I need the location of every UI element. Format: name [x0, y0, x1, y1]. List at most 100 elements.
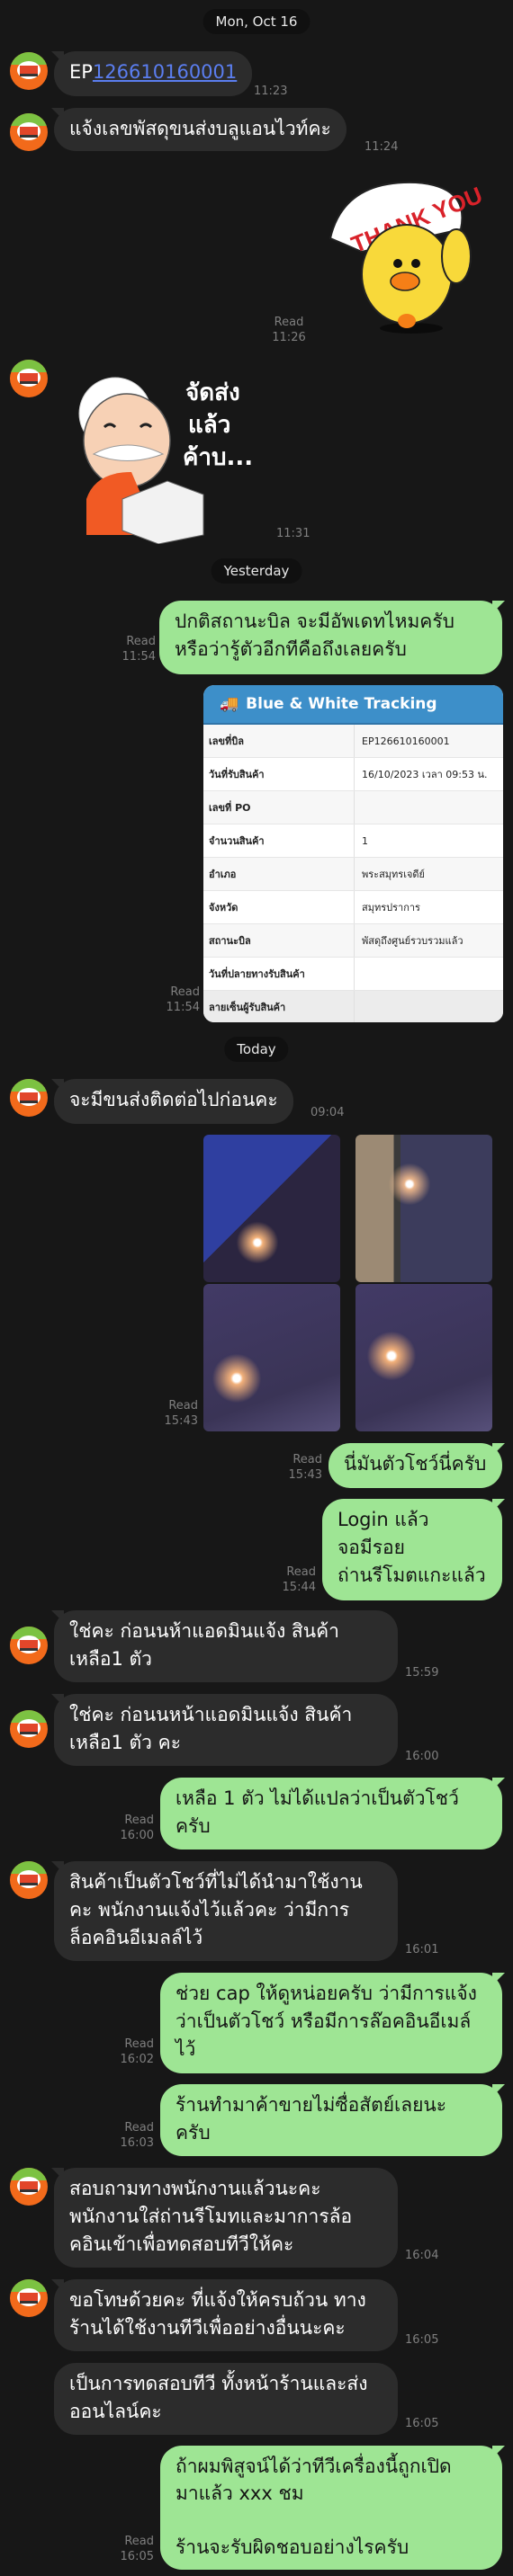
message-time: 16:00	[405, 1750, 439, 1763]
read-label: Read	[124, 1814, 154, 1827]
read-receipt: Read 11:26	[271, 315, 307, 345]
read-receipt: Read 15:43	[162, 1398, 198, 1429]
row-label: วันที่ปลายทางรับสินค้า	[203, 958, 355, 990]
message-time: 16:04	[405, 2249, 439, 2262]
message-time: 16:05	[405, 2417, 439, 2430]
row-value	[355, 991, 503, 1022]
row-label: เลขที่ PO	[203, 791, 355, 824]
outgoing-message: นี่มันตัวโชว์นี่ครับ	[328, 1443, 502, 1488]
message-text: EP	[69, 61, 93, 83]
shop-avatar[interactable]	[10, 113, 48, 151]
read-receipt: Read 16:02	[118, 2037, 154, 2067]
row-label: จำนวนสินค้า	[203, 824, 355, 857]
incoming-message: ขอโทษด้วยคะ ที่แจ้งให้ครบถ้วน ทาง ร้านได…	[54, 2279, 398, 2351]
tracking-row: จำนวนสินค้า 1	[203, 824, 503, 858]
message-time: 11:24	[364, 140, 399, 154]
message-time: 11:26	[272, 331, 306, 344]
outgoing-message: Login แล้ว จอมีรอย ถ่านรีโมตแกะแล้ว	[322, 1499, 502, 1600]
date-separator: Today	[224, 1037, 289, 1062]
row-label: อำเภอ	[203, 858, 355, 890]
row-label: สถานะบิล	[203, 924, 355, 957]
read-label: Read	[274, 316, 304, 329]
incoming-message: แจ้งเลขพัสดุขนส่งบลูแอนไวท์คะ	[54, 108, 346, 151]
tracking-row: จังหวัด สมุทรปราการ	[203, 891, 503, 924]
message-time: 15:44	[282, 1581, 316, 1594]
light-glare	[382, 1157, 436, 1211]
row-value	[355, 958, 503, 990]
tracking-row: สถานะบิล พัสดุถึงศูนย์รวบรวมแล้ว	[203, 924, 503, 958]
row-value: พัสดุถึงศูนย์รวบรวมแล้ว	[362, 935, 464, 947]
read-label: Read	[124, 2535, 154, 2548]
message-time: 15:59	[405, 1666, 439, 1680]
message-time: 11:54	[166, 1001, 200, 1014]
shop-avatar[interactable]	[10, 1627, 48, 1664]
message-time: 16:00	[120, 1829, 154, 1842]
row-value: สมุทรปราการ	[362, 902, 420, 914]
read-receipt: Read 16:00	[118, 1813, 154, 1843]
incoming-message: ใช่คะ ก่อนนหน้าแอดมินแจ้ง สินค้า เหลือ1 …	[54, 1694, 398, 1766]
photo-thumbnail[interactable]	[356, 1135, 492, 1282]
light-glare	[205, 1347, 268, 1410]
tracking-row: วันที่ปลายทางรับสินค้า	[203, 958, 503, 991]
message-time: 16:01	[405, 1943, 439, 1957]
outgoing-message: ช่วย cap ให้ดูหน่อยครับ ว่ามีการแจ้ง ว่า…	[160, 1973, 502, 2073]
outgoing-message: ร้านทำมาค้าขายไม่ซื่อสัตย์เลยนะ ครับ	[160, 2084, 502, 2156]
message-time: 15:43	[164, 1414, 198, 1428]
shop-avatar[interactable]	[10, 2279, 48, 2317]
tracking-row: ลายเซ็นผู้รับสินค้า	[203, 991, 503, 1022]
row-value	[355, 791, 503, 824]
tracking-screenshot[interactable]: 🚚 Blue & White Tracking เลขที่บิล EP126610…	[203, 685, 503, 1022]
read-label: Read	[168, 1399, 198, 1413]
read-receipt: Read 11:54	[164, 985, 200, 1015]
read-label: Read	[124, 2121, 154, 2135]
row-value: EP126610160001	[362, 735, 450, 747]
read-label: Read	[286, 1565, 316, 1579]
truck-icon: 🚚	[220, 695, 239, 713]
incoming-message: สอบถามทางพนักงานแล้วนะคะ พนักงานใส่ถ่านร…	[54, 2168, 398, 2268]
photo-thumbnail[interactable]	[203, 1135, 340, 1282]
message-time: 09:04	[310, 1106, 345, 1119]
shop-avatar[interactable]	[10, 52, 48, 90]
light-glare	[230, 1216, 284, 1270]
message-time: 16:02	[120, 2053, 154, 2066]
date-separator: Yesterday	[211, 558, 302, 584]
row-value: 16/10/2023 เวลา 09:53 น.	[362, 769, 488, 780]
row-label: ลายเซ็นผู้รับสินค้า	[203, 991, 355, 1022]
incoming-message: จะมีขนส่งติดต่อไปก่อนคะ	[54, 1079, 293, 1124]
read-receipt: Read 11:54	[120, 634, 156, 664]
message-time: 15:43	[288, 1468, 322, 1482]
photo-thumbnail[interactable]	[203, 1284, 340, 1431]
message-time: 16:05	[120, 2550, 154, 2563]
shipped-sticker[interactable]: จัดส่งแล้วค้าบ...	[68, 364, 262, 544]
shop-avatar[interactable]	[10, 2168, 48, 2206]
outgoing-message: ปกติสถานะบิล จะมีอัพเดทไหมครับ หรือว่ารู…	[159, 601, 502, 674]
read-label: Read	[292, 1453, 322, 1466]
thank-you-sticker[interactable]: THANK YOU	[326, 175, 490, 337]
light-glare	[360, 1324, 423, 1387]
tracking-row: เลขที่ PO	[203, 791, 503, 824]
shop-avatar[interactable]	[10, 360, 48, 397]
message-time: 16:05	[405, 2333, 439, 2347]
photo-thumbnail[interactable]	[356, 1284, 492, 1431]
outgoing-message: เหลือ 1 ตัว ไม่ได้แปลว่าเป็นตัวโชว์ ครับ	[160, 1778, 502, 1850]
shop-avatar[interactable]	[10, 1861, 48, 1899]
message-time: 11:23	[254, 85, 288, 98]
shop-avatar[interactable]	[10, 1710, 48, 1748]
tracking-row: วันที่รับสินค้า 16/10/2023 เวลา 09:53 น.	[203, 758, 503, 791]
row-label: เลขที่บิล	[203, 725, 355, 757]
row-value: พระสมุทรเจดีย์	[362, 869, 425, 880]
read-receipt: Read 16:03	[118, 2120, 154, 2151]
read-label: Read	[124, 2037, 154, 2051]
message-time: 16:03	[120, 2136, 154, 2150]
row-label: วันที่รับสินค้า	[203, 758, 355, 790]
row-label: จังหวัด	[203, 891, 355, 923]
shop-avatar[interactable]	[10, 1079, 48, 1117]
read-receipt: Read 16:05	[118, 2534, 154, 2564]
read-label: Read	[126, 635, 156, 648]
tracking-number-link[interactable]: 126610160001	[93, 61, 237, 83]
read-receipt: Read 15:44	[280, 1564, 316, 1595]
sticker-text: จัดส่งแล้วค้าบ...	[183, 379, 253, 471]
tracking-row: เลขที่บิล EP126610160001	[203, 725, 503, 758]
incoming-message: EP126610160001	[54, 51, 253, 96]
row-value: 1	[362, 834, 368, 847]
